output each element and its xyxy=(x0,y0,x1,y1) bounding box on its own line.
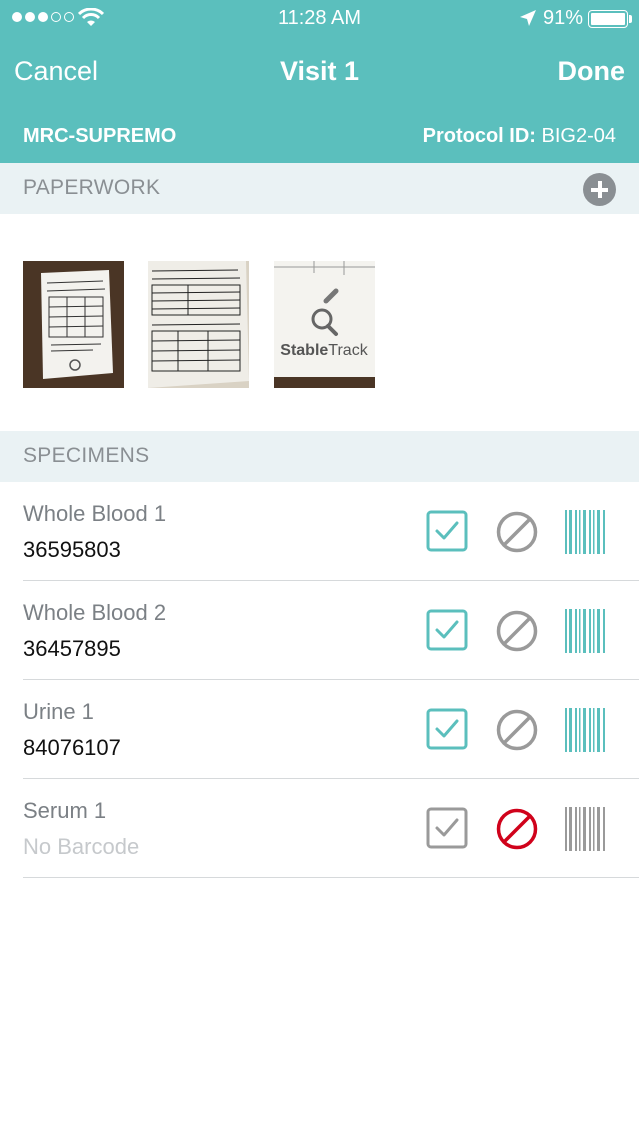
not-collected-icon[interactable] xyxy=(495,510,539,554)
protocol-id-value: BIG2-04 xyxy=(541,125,616,147)
paperwork-photo-1[interactable] xyxy=(23,261,124,388)
specimen-name: Serum 1 xyxy=(23,798,107,823)
specimen-name: Urine 1 xyxy=(23,699,94,724)
specimen-name: Whole Blood 2 xyxy=(23,600,167,625)
header: 11:28 AM 91% Cancel Visit 1 Done MRC-SUP… xyxy=(0,0,639,163)
specimen-barcode: 36595803 xyxy=(23,537,121,562)
stabletrack-logo-text: StableTrack xyxy=(280,342,368,359)
done-button[interactable]: Done xyxy=(558,56,626,87)
paperwork-section-header: PAPERWORK xyxy=(0,163,639,214)
paperwork-photo-3[interactable]: StableTrack xyxy=(274,261,375,388)
scan-barcode-icon[interactable] xyxy=(563,807,607,851)
protocol-id: Protocol ID: BIG2-04 xyxy=(423,125,616,148)
collected-checkbox-icon[interactable] xyxy=(426,510,468,552)
scan-barcode-icon[interactable] xyxy=(563,708,607,752)
not-collected-icon[interactable] xyxy=(495,807,539,851)
collected-checkbox-icon[interactable] xyxy=(426,807,468,849)
specimen-row[interactable]: Urine 1 84076107 xyxy=(0,680,639,779)
specimen-row[interactable]: Serum 1 No Barcode xyxy=(0,779,639,878)
not-collected-icon[interactable] xyxy=(495,609,539,653)
location-arrow-icon xyxy=(520,10,536,26)
page-title: Visit 1 xyxy=(279,56,360,86)
status-bar: 11:28 AM 91% xyxy=(0,0,639,38)
scan-barcode-icon[interactable] xyxy=(563,609,607,653)
specimen-barcode: No Barcode xyxy=(23,834,140,859)
specimen-barcode: 36457895 xyxy=(23,636,121,661)
add-paperwork-icon[interactable] xyxy=(583,173,616,206)
paperwork-header-label: PAPERWORK xyxy=(23,176,161,199)
specimen-name: Whole Blood 1 xyxy=(23,501,167,526)
study-info-bar: MRC-SUPREMO Protocol ID: BIG2-04 xyxy=(0,122,639,152)
specimens-section-header: SPECIMENS xyxy=(0,431,639,482)
specimens-header-label: SPECIMENS xyxy=(23,444,150,467)
not-collected-icon[interactable] xyxy=(495,708,539,752)
navigation-bar: Cancel Visit 1 Done xyxy=(0,48,639,98)
battery-percentage: 91% xyxy=(543,7,584,29)
specimen-row[interactable]: Whole Blood 1 36595803 xyxy=(0,482,639,581)
specimen-barcode: 84076107 xyxy=(23,735,121,760)
study-name: MRC-SUPREMO xyxy=(23,125,177,147)
battery-icon xyxy=(588,10,628,28)
collected-checkbox-icon[interactable] xyxy=(426,609,468,651)
specimen-row[interactable]: Whole Blood 2 36457895 xyxy=(0,581,639,680)
protocol-id-label: Protocol ID: xyxy=(422,125,536,147)
scan-barcode-icon[interactable] xyxy=(563,510,607,554)
paperwork-photo-2[interactable] xyxy=(148,261,249,388)
collected-checkbox-icon[interactable] xyxy=(426,708,468,750)
